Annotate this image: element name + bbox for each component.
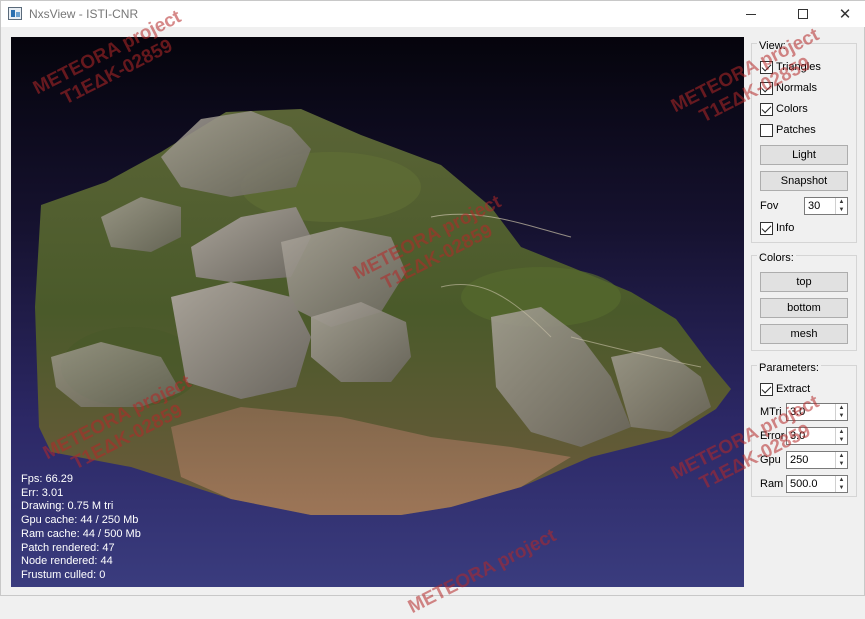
colors-group: Colors: top bottom mesh [751, 252, 857, 351]
stat-frustum-culled: Frustum culled: 0 [21, 568, 106, 581]
spin-down-icon[interactable]: ▼ [836, 206, 847, 214]
error-label: Error [760, 430, 785, 442]
info-label: Info [776, 222, 795, 234]
triangles-checkbox-row[interactable]: Triangles [760, 60, 821, 74]
mtri-spin-arrows[interactable]: ▲ ▼ [835, 404, 847, 420]
stat-fps: Fps: 66.29 [21, 473, 73, 485]
error-value: 3.0 [790, 430, 806, 442]
spin-down-icon[interactable]: ▼ [836, 412, 847, 420]
error-spinbox[interactable]: 3.0 ▲ ▼ [786, 427, 848, 445]
render-stats-overlay: Fps: 66.29 Err: 3.01 Drawing: 0.75 M tri… [21, 473, 141, 583]
close-button[interactable]: ✕ [822, 1, 865, 27]
gpu-row: Gpu 250 ▲ ▼ [760, 451, 848, 469]
triangles-label: Triangles [776, 61, 821, 73]
spin-up-icon[interactable]: ▲ [836, 452, 847, 460]
gpu-spin-arrows[interactable]: ▲ ▼ [835, 452, 847, 468]
normals-checkbox[interactable] [760, 81, 773, 95]
window-title: NxsView - ISTI-CNR [29, 7, 139, 21]
spin-down-icon[interactable]: ▼ [836, 460, 847, 468]
title-bar: NxsView - ISTI-CNR ✕ [1, 1, 865, 27]
mtri-value: 3.0 [790, 406, 806, 418]
parameters-group-title: Parameters: [757, 362, 821, 374]
stat-node-rendered: Node rendered: 44 [21, 555, 113, 568]
info-checkbox[interactable] [760, 221, 773, 235]
colors-checkbox-row[interactable]: Colors [760, 102, 808, 116]
spin-up-icon[interactable]: ▲ [836, 428, 847, 436]
extract-label: Extract [776, 383, 811, 395]
minimize-button[interactable] [728, 1, 774, 27]
app-window: NxsView - ISTI-CNR ✕ Fps: 66.29 Err: 3.0… [0, 0, 865, 618]
fov-label: Fov [760, 200, 779, 212]
bottom-color-button[interactable]: bottom [760, 298, 848, 318]
view-group: View: Triangles Normals Colors Patches L… [751, 40, 857, 243]
ram-value: 500.0 [790, 478, 818, 490]
mtri-row: MTri 3.0 ▲ ▼ [760, 403, 848, 421]
ram-spin-arrows[interactable]: ▲ ▼ [835, 476, 847, 492]
info-checkbox-row[interactable]: Info [760, 221, 794, 235]
colors-label: Colors [776, 103, 808, 115]
ram-row: Ram 500.0 ▲ ▼ [760, 475, 848, 493]
mesh-color-button[interactable]: mesh [760, 324, 848, 344]
fov-value: 30 [808, 200, 821, 212]
fov-spin-arrows[interactable]: ▲ ▼ [835, 198, 847, 214]
spin-up-icon[interactable]: ▲ [836, 476, 847, 484]
error-row: Error 3.0 ▲ ▼ [760, 427, 848, 445]
ram-spinbox[interactable]: 500.0 ▲ ▼ [786, 475, 848, 493]
gpu-value: 250 [790, 454, 809, 466]
stat-patch-rendered: Patch rendered: 47 [21, 541, 115, 554]
stat-gpu-cache: Gpu cache: 44 / 250 Mb [21, 514, 139, 527]
top-color-button[interactable]: top [760, 272, 848, 292]
extract-checkbox-row[interactable]: Extract [760, 382, 810, 396]
3d-viewport[interactable]: Fps: 66.29 Err: 3.01 Drawing: 0.75 M tri… [11, 37, 744, 587]
maximize-icon [798, 9, 808, 19]
stat-err: Err: 3.01 [21, 486, 64, 499]
view-group-title: View: [757, 40, 788, 52]
mtri-label: MTri [760, 406, 782, 418]
stat-drawing: Drawing: 0.75 M tri [21, 500, 114, 513]
close-icon: ✕ [838, 4, 852, 23]
spin-down-icon[interactable]: ▼ [836, 436, 847, 444]
maximize-button[interactable] [780, 1, 826, 27]
normals-label: Normals [776, 82, 817, 94]
gpu-label: Gpu [760, 454, 781, 466]
triangles-checkbox[interactable] [760, 60, 773, 74]
colors-checkbox[interactable] [760, 102, 773, 116]
ram-label: Ram [760, 478, 784, 490]
light-button[interactable]: Light [760, 145, 848, 165]
patches-label: Patches [776, 124, 816, 136]
error-spin-arrows[interactable]: ▲ ▼ [835, 428, 847, 444]
fov-row: Fov 30 ▲ ▼ [760, 197, 848, 215]
extract-checkbox[interactable] [760, 382, 773, 396]
parameters-group: Parameters: Extract MTri 3.0 ▲ ▼ Error 3… [751, 362, 857, 497]
spin-up-icon[interactable]: ▲ [836, 404, 847, 412]
stat-ram-cache: Ram cache: 44 / 500 Mb [21, 527, 141, 540]
fov-spinbox[interactable]: 30 ▲ ▼ [804, 197, 848, 215]
colors-group-title: Colors: [757, 252, 796, 264]
patches-checkbox-row[interactable]: Patches [760, 123, 816, 137]
gpu-spinbox[interactable]: 250 ▲ ▼ [786, 451, 848, 469]
spin-up-icon[interactable]: ▲ [836, 198, 847, 206]
spin-down-icon[interactable]: ▼ [836, 484, 847, 492]
mtri-spinbox[interactable]: 3.0 ▲ ▼ [786, 403, 848, 421]
app-icon [8, 7, 22, 20]
normals-checkbox-row[interactable]: Normals [760, 81, 817, 95]
patches-checkbox[interactable] [760, 123, 773, 137]
minimize-icon [746, 13, 756, 15]
snapshot-button[interactable]: Snapshot [760, 171, 848, 191]
